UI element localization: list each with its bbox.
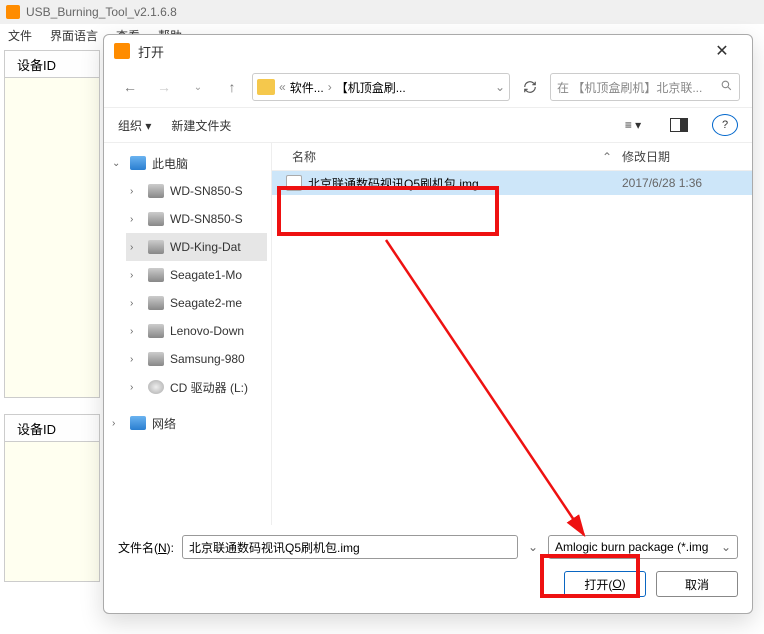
tree-this-pc[interactable]: ⌄ 此电脑 [108, 149, 267, 177]
tree-drive[interactable]: ›Seagate2-me [126, 289, 267, 317]
forward-button[interactable]: → [150, 73, 178, 101]
tree-drive[interactable]: ›Samsung-980 [126, 345, 267, 373]
drive-icon [148, 184, 164, 198]
organize-menu[interactable]: 组织 ▾ [118, 117, 151, 134]
app-icon [6, 5, 20, 19]
help-button[interactable]: ? [712, 114, 738, 136]
drive-icon [148, 212, 164, 226]
cd-icon [148, 380, 164, 394]
up-button[interactable]: ↑ [218, 73, 246, 101]
search-icon [720, 79, 733, 95]
tree-drive[interactable]: ›WD-SN850-S [126, 205, 267, 233]
collapse-icon[interactable]: ⌄ [112, 158, 124, 169]
menu-file[interactable]: 文件 [8, 27, 32, 44]
filename-input[interactable] [182, 535, 518, 559]
filename-label: 文件名(N): [118, 539, 174, 556]
dialog-title: 打开 [138, 42, 702, 61]
preview-pane-button[interactable] [666, 114, 692, 136]
column-name[interactable]: 名称 [272, 148, 592, 165]
drive-icon [148, 324, 164, 338]
app-titlebar: USB_Burning_Tool_v2.1.6.8 [0, 0, 764, 24]
tree-drive[interactable]: ›Seagate1-Mo [126, 261, 267, 289]
app-title: USB_Burning_Tool_v2.1.6.8 [26, 5, 177, 19]
sort-indicator-icon[interactable]: ⌃ [592, 150, 622, 164]
file-list: 名称 ⌃ 修改日期 北京联通数码视讯Q5刷机包.img 2017/6/28 1:… [272, 143, 752, 525]
file-date: 2017/6/28 1:36 [622, 176, 752, 190]
filename-dropdown-icon[interactable]: ⌄ [526, 540, 540, 554]
chevron-icon: « [279, 80, 286, 94]
tree-label-pc: 此电脑 [152, 155, 188, 172]
file-icon [286, 175, 302, 191]
drive-icon [148, 240, 164, 254]
folder-icon [257, 79, 275, 95]
tree-drive[interactable]: ›WD-King-Dat [126, 233, 267, 261]
tree-drive[interactable]: ›Lenovo-Down [126, 317, 267, 345]
pane1-header: 设备ID [4, 50, 100, 78]
list-header: 名称 ⌃ 修改日期 [272, 143, 752, 171]
column-date[interactable]: 修改日期 [622, 148, 752, 165]
tree-network[interactable]: › 网络 [108, 409, 267, 437]
path-seg-2[interactable]: 【机顶盒刷... [336, 79, 406, 96]
drive-icon [148, 296, 164, 310]
menu-lang[interactable]: 界面语言 [50, 27, 98, 44]
filetype-filter[interactable]: Amlogic burn package (*.img ⌄ [548, 535, 738, 559]
file-row[interactable]: 北京联通数码视讯Q5刷机包.img 2017/6/28 1:36 [272, 171, 752, 195]
network-icon [130, 416, 146, 430]
view-mode-button[interactable]: ≡ ▾ [620, 114, 646, 136]
path-box[interactable]: « 软件... › 【机顶盒刷... ⌄ [252, 73, 510, 101]
recent-dropdown[interactable]: ⌄ [184, 73, 212, 101]
pane2-header: 设备ID [4, 414, 100, 442]
path-dropdown-icon[interactable]: ⌄ [495, 80, 505, 94]
pc-icon [130, 156, 146, 170]
search-placeholder: 在 【机顶盒刷机】北京联... [557, 79, 702, 96]
dialog-footer: 文件名(N): ⌄ Amlogic burn package (*.img ⌄ … [104, 525, 752, 613]
refresh-button[interactable] [516, 73, 544, 101]
new-folder-button[interactable]: 新建文件夹 [171, 117, 231, 134]
pane2-body [4, 442, 100, 582]
back-button[interactable]: ← [116, 73, 144, 101]
chevron-right-icon: › [328, 80, 332, 94]
search-input[interactable]: 在 【机顶盒刷机】北京联... [550, 73, 740, 101]
drive-icon [148, 268, 164, 282]
nav-row: ← → ⌄ ↑ « 软件... › 【机顶盒刷... ⌄ 在 【机顶盒刷机】北京… [104, 67, 752, 107]
dialog-icon [114, 43, 130, 59]
open-dialog: 打开 ✕ ← → ⌄ ↑ « 软件... › 【机顶盒刷... ⌄ 在 【机顶盒… [103, 34, 753, 614]
pane1-title: 设备ID [17, 55, 56, 74]
pane1-body [4, 78, 100, 398]
drive-icon [148, 352, 164, 366]
tree-drive[interactable]: ›WD-SN850-S [126, 177, 267, 205]
pane2-title: 设备ID [17, 419, 56, 438]
open-button[interactable]: 打开(O) [564, 571, 646, 597]
folder-tree: ⌄ 此电脑 ›WD-SN850-S ›WD-SN850-S ›WD-King-D… [104, 143, 272, 525]
toolbar: 组织 ▾ 新建文件夹 ≡ ▾ ? [104, 107, 752, 143]
dialog-body: ⌄ 此电脑 ›WD-SN850-S ›WD-SN850-S ›WD-King-D… [104, 143, 752, 525]
list-rows: 北京联通数码视讯Q5刷机包.img 2017/6/28 1:36 [272, 171, 752, 525]
file-name: 北京联通数码视讯Q5刷机包.img [308, 175, 622, 192]
path-seg-1[interactable]: 软件... [290, 79, 324, 96]
tree-label-network: 网络 [152, 415, 176, 432]
tree-drive[interactable]: ›CD 驱动器 (L:) [126, 373, 267, 401]
close-icon[interactable]: ✕ [702, 41, 742, 61]
cancel-button[interactable]: 取消 [656, 571, 738, 597]
dialog-titlebar: 打开 ✕ [104, 35, 752, 67]
filter-dropdown-icon: ⌄ [721, 540, 731, 554]
